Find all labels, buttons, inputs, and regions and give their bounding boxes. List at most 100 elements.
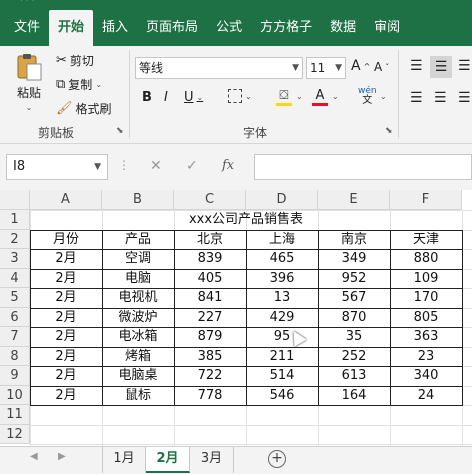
table-cell[interactable]: 839 — [174, 249, 246, 269]
copy-button[interactable]: ⧉ 复制 ⌄ — [56, 76, 102, 93]
table-cell[interactable]: 252 — [318, 347, 390, 367]
row-header[interactable]: 10 — [0, 385, 30, 405]
table-header-cell[interactable]: 北京 — [174, 230, 246, 250]
scroll-left-icon[interactable]: ◀ — [30, 451, 38, 462]
table-cell[interactable]: 363 — [390, 327, 462, 347]
tab-insert[interactable]: 插入 — [93, 10, 137, 46]
table-cell[interactable]: 35 — [318, 327, 390, 347]
table-cell[interactable]: 879 — [174, 327, 246, 347]
tab-review[interactable]: 审阅 — [365, 10, 409, 46]
formula-input[interactable] — [254, 154, 472, 180]
tab-data[interactable]: 数据 — [321, 10, 365, 46]
table-cell[interactable]: 2月 — [30, 386, 102, 406]
table-cell[interactable]: 电脑桌 — [102, 366, 174, 386]
table-cell[interactable]: 613 — [318, 366, 390, 386]
align-top-button[interactable]: ☰ — [410, 58, 423, 74]
align-middle-button[interactable]: ☰ — [430, 56, 452, 78]
name-box[interactable]: I8 ▼ — [6, 154, 108, 180]
table-cell[interactable]: 870 — [318, 308, 390, 328]
row-header[interactable]: 7 — [0, 327, 30, 347]
row-header[interactable]: 9 — [0, 366, 30, 386]
row-header[interactable]: 11 — [0, 405, 30, 425]
table-header-cell[interactable]: 产品 — [102, 230, 174, 250]
dialog-launcher-icon[interactable]: ⬊ — [116, 126, 124, 136]
table-cell[interactable]: 空调 — [102, 249, 174, 269]
table-cell[interactable]: 烤箱 — [102, 347, 174, 367]
italic-button[interactable]: I — [164, 90, 168, 105]
column-header[interactable]: F — [390, 190, 462, 210]
row-header[interactable]: 3 — [0, 249, 30, 269]
table-cell[interactable]: 211 — [246, 347, 318, 367]
cut-button[interactable]: ✂ 剪切 — [56, 52, 94, 69]
column-header[interactable]: E — [318, 190, 390, 210]
row-header[interactable]: 2 — [0, 229, 30, 249]
grow-font-button[interactable]: A ^ — [351, 58, 370, 74]
bold-button[interactable]: B — [142, 90, 152, 105]
table-cell[interactable]: 电冰箱 — [102, 327, 174, 347]
tab-formulas[interactable]: 公式 — [207, 10, 251, 46]
table-cell[interactable]: 13 — [246, 288, 318, 308]
table-cell[interactable]: 2月 — [30, 347, 102, 367]
insert-function-icon[interactable]: fx — [222, 158, 234, 173]
table-cell[interactable]: 880 — [390, 249, 462, 269]
table-cell[interactable]: 2月 — [30, 249, 102, 269]
font-color-button[interactable]: A — [312, 88, 328, 106]
table-cell[interactable]: 227 — [174, 308, 246, 328]
table-cell[interactable]: 24 — [390, 386, 462, 406]
chevron-down-icon[interactable]: ⌄ — [380, 92, 387, 101]
table-header-cell[interactable]: 上海 — [246, 230, 318, 250]
select-all-corner[interactable] — [0, 190, 30, 210]
table-cell[interactable]: 429 — [246, 308, 318, 328]
row-header[interactable]: 1 — [0, 210, 30, 230]
scroll-right-icon[interactable]: ▶ — [58, 451, 66, 462]
table-cell[interactable]: 567 — [318, 288, 390, 308]
table-cell[interactable]: 722 — [174, 366, 246, 386]
font-size-select[interactable]: 11 ▼ — [306, 57, 346, 79]
dialog-launcher-icon[interactable]: ⬊ — [385, 126, 393, 136]
row-header[interactable]: 8 — [0, 346, 30, 366]
underline-button[interactable]: U ⌄ — [184, 90, 203, 105]
column-header[interactable]: D — [246, 190, 318, 210]
table-cell[interactable]: 2月 — [30, 288, 102, 308]
table-cell[interactable]: 2月 — [30, 308, 102, 328]
table-cell[interactable]: 405 — [174, 269, 246, 289]
table-cell[interactable]: 微波炉 — [102, 308, 174, 328]
row-header[interactable]: 4 — [0, 268, 30, 288]
table-cell[interactable]: 514 — [246, 366, 318, 386]
table-cell[interactable]: 23 — [390, 347, 462, 367]
phonetic-button[interactable]: wén 文 — [358, 86, 377, 106]
table-header-cell[interactable]: 天津 — [390, 230, 462, 250]
align-right-button[interactable]: ☰ — [458, 90, 471, 106]
format-painter-button[interactable]: 🖌 格式刷 — [56, 100, 112, 117]
table-title[interactable]: xxx公司产品销售表 — [30, 210, 462, 230]
fill-color-button[interactable]: ⛋ — [276, 88, 292, 106]
table-cell[interactable]: 170 — [390, 288, 462, 308]
tab-file[interactable]: 文件 — [0, 10, 49, 46]
column-header[interactable]: C — [174, 190, 246, 210]
table-cell[interactable]: 841 — [174, 288, 246, 308]
more-dots-icon[interactable]: ⋮ — [118, 158, 130, 172]
table-cell[interactable]: 778 — [174, 386, 246, 406]
row-header[interactable]: 5 — [0, 288, 30, 308]
table-cell[interactable]: 349 — [318, 249, 390, 269]
align-bottom-button[interactable]: ☰ — [458, 58, 471, 74]
worksheet-grid[interactable]: A B C D E F 1 2 3 4 5 6 7 8 9 10 11 12 xxx公司产品销售表 月份 产品 北京 上海南… — [0, 190, 472, 446]
table-cell[interactable]: 546 — [246, 386, 318, 406]
row-header[interactable]: 12 — [0, 424, 30, 444]
table-cell[interactable]: 鼠标 — [102, 386, 174, 406]
shrink-font-button[interactable]: Aˇ — [374, 60, 389, 74]
row-header[interactable]: 6 — [0, 307, 30, 327]
sheet-tab-feb[interactable]: 2月 — [146, 447, 190, 473]
sheet-tab-mar[interactable]: 3月 — [190, 447, 234, 473]
column-header[interactable]: B — [102, 190, 174, 210]
tab-home[interactable]: 开始 — [49, 10, 94, 46]
table-cell[interactable]: 396 — [246, 269, 318, 289]
tab-page-layout[interactable]: 页面布局 — [137, 10, 207, 46]
table-cell[interactable]: 电脑 — [102, 269, 174, 289]
table-cell[interactable]: 465 — [246, 249, 318, 269]
chevron-down-icon[interactable]: ⌄ — [296, 92, 303, 101]
table-cell[interactable]: 164 — [318, 386, 390, 406]
align-center-button[interactable]: ☰ — [434, 90, 447, 106]
table-cell[interactable]: 109 — [390, 269, 462, 289]
table-cell[interactable]: 952 — [318, 269, 390, 289]
